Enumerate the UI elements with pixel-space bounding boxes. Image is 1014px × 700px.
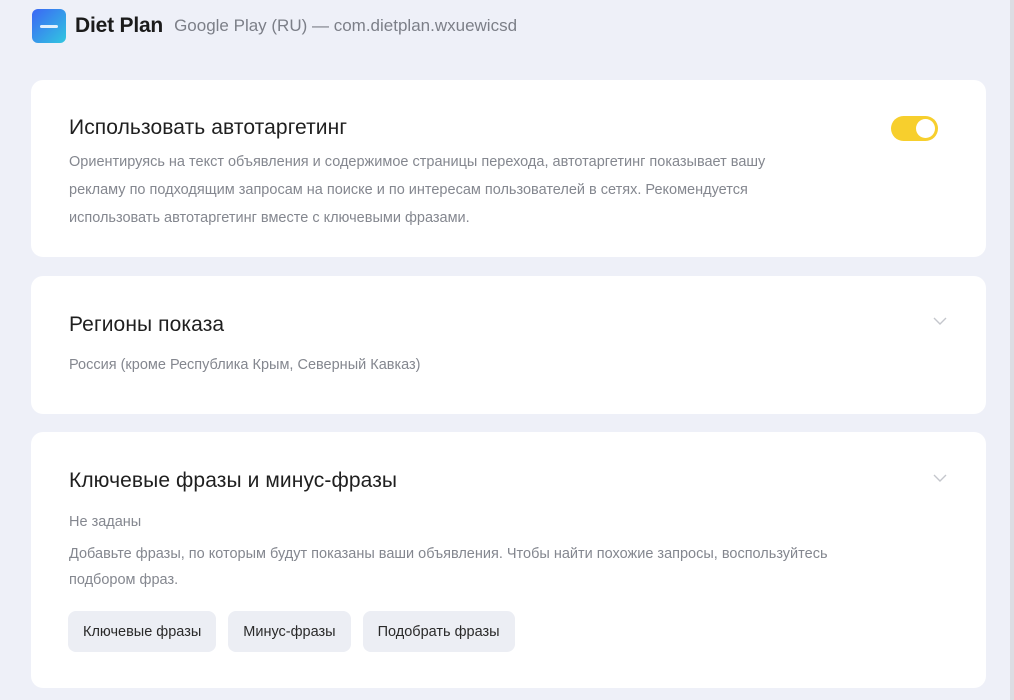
keywords-button-row: Ключевые фразы Минус-фразы Подобрать фра… xyxy=(68,611,515,652)
hint-line: подбором фраз. xyxy=(69,572,179,588)
autotargeting-toggle[interactable] xyxy=(891,116,938,141)
regions-title: Регионы показа xyxy=(69,313,225,336)
hint-line: Добавьте фразы, по которым будут показан… xyxy=(69,546,828,562)
keywords-status: Не заданы xyxy=(69,514,142,530)
chevron-down-icon[interactable] xyxy=(932,313,948,329)
keywords-button[interactable]: Ключевые фразы xyxy=(68,611,217,652)
keywords-title: Ключевые фразы и минус-фразы xyxy=(69,469,398,492)
autotargeting-description: Ориентируясь на текст объявления и содер… xyxy=(69,148,765,232)
minus-keywords-button[interactable]: Минус-фразы xyxy=(228,611,351,652)
app-store-package: Google Play (RU) — com.dietplan.wxuewics… xyxy=(174,16,518,35)
app-name: Diet Plan xyxy=(75,14,164,37)
pick-keywords-button[interactable]: Подобрать фразы xyxy=(362,611,515,652)
keywords-hint: Добавьте фразы, по которым будут показан… xyxy=(69,541,828,593)
app-header: Diet Plan Google Play (RU) — com.dietpla… xyxy=(32,9,517,43)
description-line: Ориентируясь на текст объявления и содер… xyxy=(69,154,766,170)
regions-value: Россия (кроме Республика Крым, Северный … xyxy=(69,357,421,373)
autotargeting-title: Использовать автотаргетинг xyxy=(69,116,348,139)
description-line: рекламу по подходящим запросам на поиске… xyxy=(69,182,748,198)
regions-card[interactable]: Регионы показа Россия (кроме Республика … xyxy=(31,276,986,414)
app-frame: Diet Plan Google Play (RU) — com.dietpla… xyxy=(0,0,1014,700)
autotargeting-card: Использовать автотаргетинг Ориентируясь … xyxy=(31,80,986,257)
description-line: использовать автотаргетинг вместе с ключ… xyxy=(69,210,470,226)
chevron-down-icon[interactable] xyxy=(932,470,948,486)
app-logo-icon xyxy=(32,9,66,43)
toggle-knob xyxy=(916,119,935,138)
keywords-card: Ключевые фразы и минус-фразы Не заданы Д… xyxy=(31,432,986,688)
